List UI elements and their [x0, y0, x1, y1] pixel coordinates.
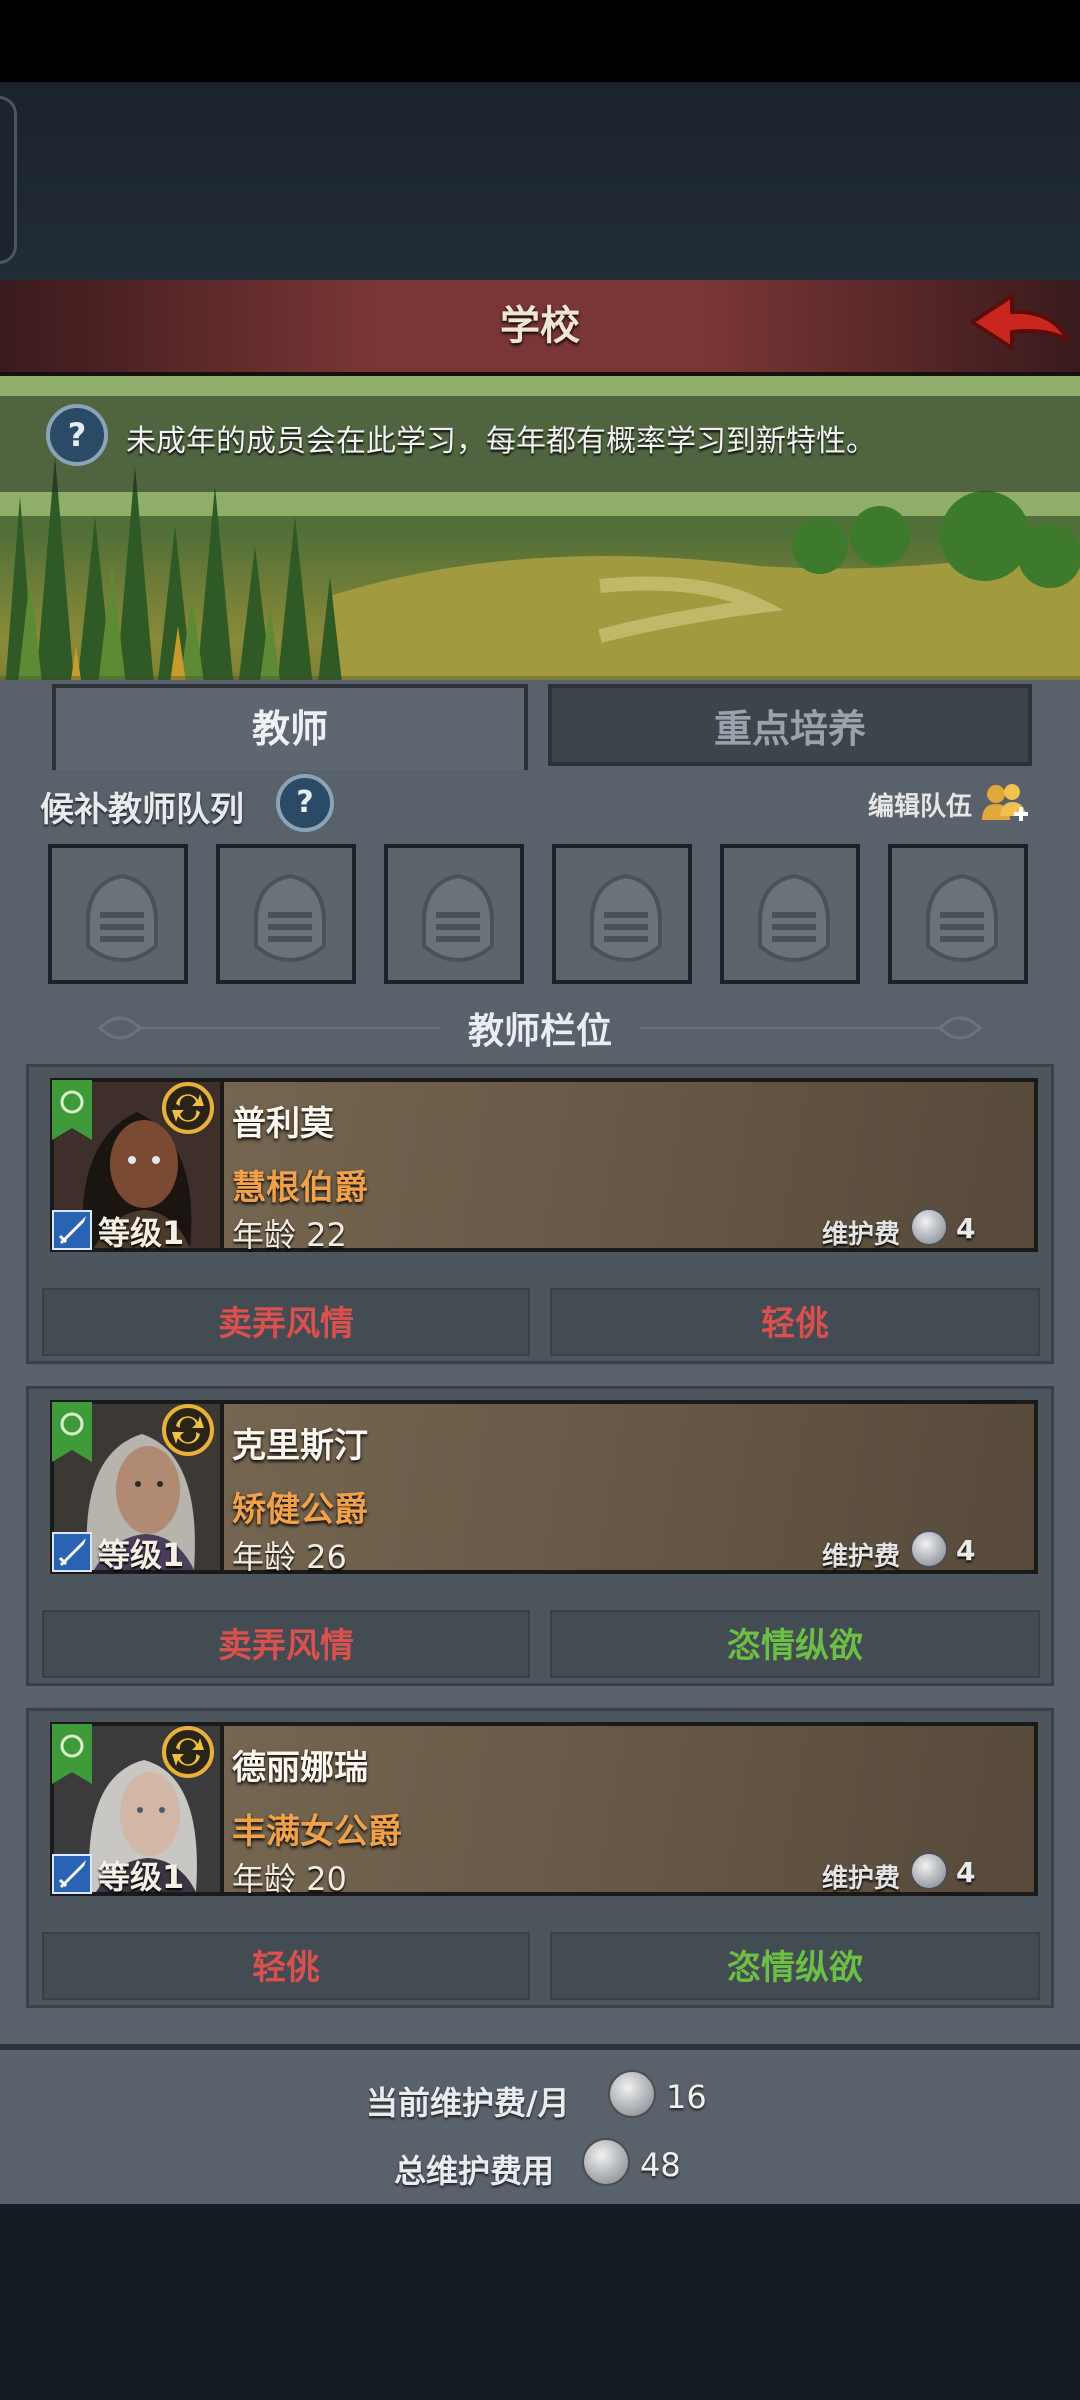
- reserve-slot[interactable]: [384, 844, 524, 984]
- swap-icon[interactable]: [160, 1724, 216, 1780]
- teacher-rank: 慧根伯爵: [232, 1168, 368, 1208]
- upkeep-value: 4: [956, 1534, 976, 1567]
- knight-helmet-icon: [254, 873, 326, 963]
- back-button[interactable]: [968, 288, 1074, 364]
- swap-icon[interactable]: [160, 1402, 216, 1458]
- reserve-slot[interactable]: [720, 844, 860, 984]
- back-arrow-icon: [970, 294, 1070, 350]
- edit-team-button[interactable]: 编辑队伍: [868, 786, 972, 823]
- teacher-age: 年龄 22: [232, 1216, 347, 1254]
- knight-helmet-icon: [422, 873, 494, 963]
- silver-coin-icon: [582, 2138, 630, 2186]
- sword-class-icon: [52, 1210, 92, 1250]
- teacher-level: 等级1: [98, 1214, 185, 1252]
- trait-button[interactable]: 卖弄风情: [42, 1288, 530, 1356]
- bottom-area: [0, 2204, 1080, 2400]
- page-title: 学校: [500, 303, 580, 349]
- trait-button[interactable]: 卖弄风情: [42, 1610, 530, 1678]
- silver-coin-icon: [910, 1852, 948, 1890]
- info-text: 未成年的成员会在此学习，每年都有概率学习到新特性。: [126, 424, 876, 459]
- silver-coin-icon: [608, 2070, 656, 2118]
- tab-focus-training[interactable]: 重点培养: [548, 684, 1032, 766]
- trait-button[interactable]: 轻佻: [550, 1288, 1040, 1356]
- total-upkeep-value: 48: [640, 2146, 681, 2184]
- status-bar: [0, 0, 1080, 82]
- green-banner-icon: [52, 1080, 92, 1140]
- teacher-level: 等级1: [98, 1858, 185, 1896]
- reserve-slot[interactable]: [552, 844, 692, 984]
- knight-helmet-icon: [926, 873, 998, 963]
- teacher-rank: 丰满女公爵: [232, 1812, 402, 1852]
- reserve-slot[interactable]: [48, 844, 188, 984]
- total-upkeep-label: 总维护费用: [394, 2152, 555, 2190]
- sword-class-icon: [52, 1532, 92, 1572]
- edit-team-icon[interactable]: [980, 780, 1030, 826]
- upkeep-label: 维护费: [822, 1220, 901, 1250]
- top-area: [0, 82, 1080, 280]
- monthly-upkeep-label: 当前维护费/月: [366, 2084, 570, 2122]
- upkeep-label: 维护费: [822, 1542, 901, 1572]
- reserve-slot[interactable]: [888, 844, 1028, 984]
- upkeep-value: 4: [956, 1212, 976, 1245]
- tab-teachers[interactable]: 教师: [52, 684, 528, 770]
- knight-helmet-icon: [758, 873, 830, 963]
- trait-button[interactable]: 恣情纵欲: [550, 1610, 1040, 1678]
- silver-coin-icon: [910, 1208, 948, 1246]
- green-banner-icon: [52, 1724, 92, 1784]
- teacher-rank: 矫健公爵: [232, 1490, 368, 1530]
- sword-class-icon: [52, 1854, 92, 1894]
- teacher-slots-title: 教师栏位: [467, 1011, 612, 1052]
- upkeep-value: 4: [956, 1856, 976, 1889]
- teacher-name: 普利莫: [232, 1104, 334, 1144]
- knight-helmet-icon: [590, 873, 662, 963]
- teacher-name: 克里斯汀: [232, 1426, 368, 1466]
- green-banner-icon: [52, 1402, 92, 1462]
- reserve-label: 候补教师队列: [40, 790, 244, 830]
- knight-helmet-icon: [86, 873, 158, 963]
- reserve-slot[interactable]: [216, 844, 356, 984]
- teacher-level: 等级1: [98, 1536, 185, 1574]
- silver-coin-icon: [910, 1530, 948, 1568]
- help-icon[interactable]: ?: [46, 404, 108, 466]
- teacher-name: 德丽娜瑞: [232, 1748, 368, 1788]
- upkeep-label: 维护费: [822, 1864, 901, 1894]
- swap-icon[interactable]: [160, 1080, 216, 1136]
- monthly-upkeep-value: 16: [666, 2078, 707, 2116]
- reserve-help-icon[interactable]: ?: [276, 774, 334, 832]
- trait-button[interactable]: 轻佻: [42, 1932, 530, 2000]
- teacher-age: 年龄 20: [232, 1860, 347, 1898]
- trait-button[interactable]: 恣情纵欲: [550, 1932, 1040, 2000]
- side-drawer-handle[interactable]: [0, 96, 17, 264]
- teacher-age: 年龄 26: [232, 1538, 347, 1576]
